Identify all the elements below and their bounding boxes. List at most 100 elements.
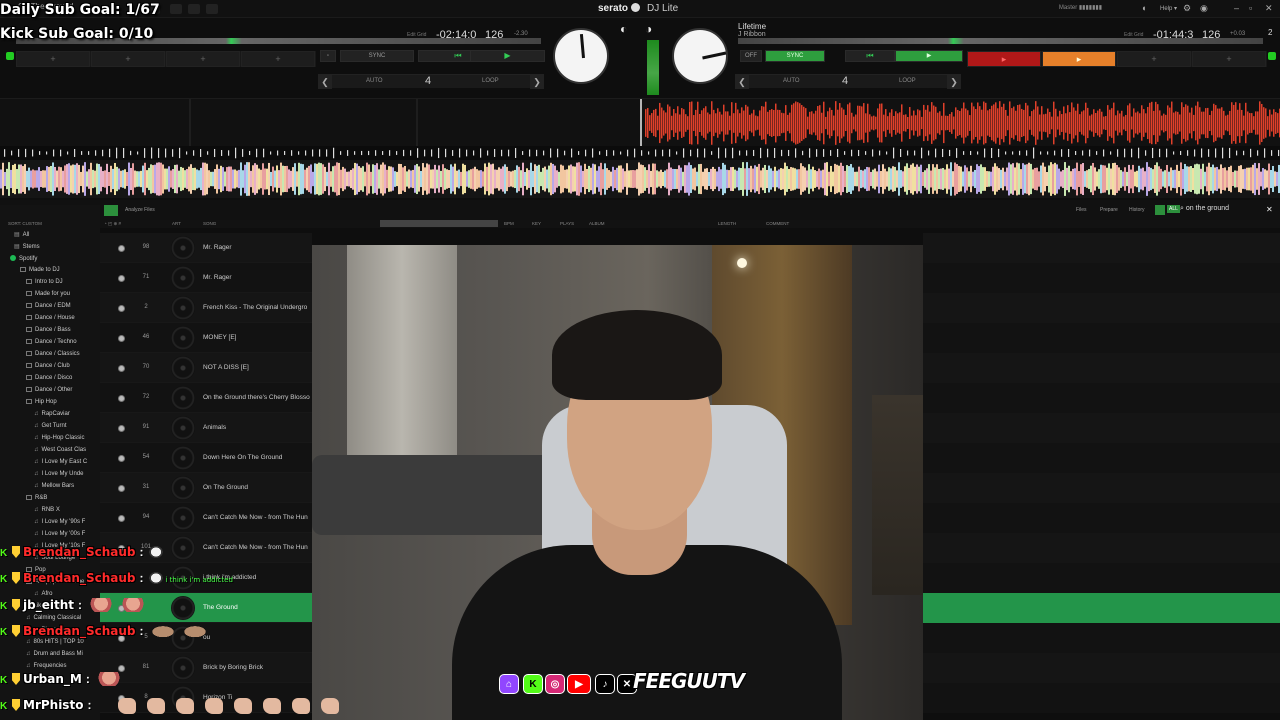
table-row[interactable]: 94 Can't Catch Me Now - from The Hun	[100, 503, 312, 533]
maximize-icon[interactable]: ▫	[1249, 3, 1252, 13]
cue-pad-4[interactable]: +	[241, 51, 315, 67]
deck-right-cue-button[interactable]: ⏮	[845, 50, 895, 62]
headphones-icon[interactable]: ◖	[1141, 3, 1146, 13]
sidebar-item-3[interactable]: Made to DJ	[20, 267, 60, 273]
col-plays[interactable]: PLAYS	[560, 221, 574, 226]
sidebar-item-1[interactable]: ▤ Stems	[14, 243, 40, 250]
table-row-right[interactable]	[923, 383, 1280, 413]
deck-right-power-icon[interactable]	[1268, 52, 1276, 60]
sidebar-item-12[interactable]: Dance / Disco	[26, 375, 72, 381]
table-row-right[interactable]	[923, 503, 1280, 533]
gear-icon[interactable]: ⚙	[1183, 3, 1191, 14]
sidebar-item-13[interactable]: Dance / Other	[26, 387, 72, 393]
cue-pad-1[interactable]: ▸	[967, 51, 1041, 67]
table-row[interactable]: 71 Mr. Rager	[100, 263, 312, 293]
table-row-right[interactable]	[923, 293, 1280, 323]
table-row-right[interactable]	[923, 593, 1280, 623]
fx-icon[interactable]	[188, 4, 200, 14]
loop-right-arrow-icon[interactable]: ❯	[530, 75, 544, 89]
table-row[interactable]: 91 Animals	[100, 413, 312, 443]
deck-right-loop-label[interactable]: LOOP	[899, 78, 916, 84]
sidebar-item-25[interactable]: ♫ I Love My '00s F	[34, 531, 85, 537]
sidebar-item-17[interactable]: ♫ Hip-Hop Classic	[34, 435, 85, 441]
sidebar-item-21[interactable]: ♫ Mellow Bars	[34, 483, 74, 489]
clear-search-icon[interactable]: ✕	[1266, 205, 1273, 214]
table-row[interactable]: 46 MONEY [E]	[100, 323, 312, 353]
col-art[interactable]: ART	[172, 221, 181, 226]
deck-right-mini-overview[interactable]	[738, 38, 1263, 44]
cue-pad-2[interactable]: +	[91, 51, 165, 67]
sidebar-item-32[interactable]: ♫ Calming Classical	[26, 615, 81, 621]
table-row-right[interactable]	[923, 533, 1280, 563]
table-row-right[interactable]	[923, 443, 1280, 473]
sidebar-item-30[interactable]: ♫ Afro	[34, 591, 53, 597]
table-row[interactable]: 31 On The Ground	[100, 473, 312, 503]
deck-left-auto-label[interactable]: AUTO	[366, 78, 383, 84]
minimize-icon[interactable]: –	[1234, 3, 1239, 13]
table-row-right[interactable]	[923, 473, 1280, 503]
table-row[interactable]: 2 French Kiss - The Original Undergro	[100, 293, 312, 323]
sidebar-item-8[interactable]: Dance / Bass	[26, 327, 71, 333]
sidebar-item-22[interactable]: R&B	[26, 495, 47, 501]
deck-right-off-button[interactable]: OFF	[740, 50, 762, 62]
sidebar-item-19[interactable]: ♫ I Love My East C	[34, 459, 87, 465]
table-row[interactable]: 98 Mr. Rager	[100, 233, 312, 263]
col-bpm[interactable]: BPM	[504, 221, 514, 226]
table-row-right[interactable]	[923, 413, 1280, 443]
deck-left-quantize[interactable]: ▫	[320, 50, 336, 62]
search-input[interactable]: on the ground	[1186, 205, 1229, 212]
status-dot-icon[interactable]	[118, 305, 125, 312]
sidebar-item-18[interactable]: ♫ West Coast Clas	[34, 447, 86, 453]
deck-left-power-icon[interactable]	[6, 52, 14, 60]
table-row[interactable]: 81 Brick by Boring Brick	[100, 653, 312, 683]
cue-pad-2[interactable]: ▸	[1042, 51, 1116, 67]
analyze-files-button[interactable]: Analyze Files	[125, 207, 155, 213]
sidebar-item-2[interactable]: Spotify	[10, 255, 37, 262]
sidebar-item-9[interactable]: Dance / Techno	[26, 339, 77, 345]
list-view-icon[interactable]	[104, 205, 118, 216]
sidebar-item-7[interactable]: Dance / House	[26, 315, 75, 321]
status-dot-icon[interactable]	[118, 455, 125, 462]
sidebar-item-16[interactable]: ♫ Get Turnt	[34, 423, 67, 429]
sort-label[interactable]: SORT: CUSTOM	[8, 221, 42, 226]
sidebar-item-14[interactable]: Hip Hop	[26, 399, 57, 405]
status-dot-icon[interactable]	[118, 485, 125, 492]
status-dot-icon[interactable]	[118, 395, 125, 402]
table-row-right[interactable]	[923, 263, 1280, 293]
sidebar-item-5[interactable]: Made for you	[26, 291, 70, 297]
sidebar-item-6[interactable]: Dance / EDM	[26, 303, 71, 309]
col-song[interactable]: SONG	[203, 221, 216, 226]
status-dot-icon[interactable]	[118, 245, 125, 252]
overview-waveform[interactable]	[0, 160, 1280, 198]
sidebar-item-36[interactable]: ♫ Frequencies	[26, 663, 67, 669]
status-dot-icon[interactable]	[118, 515, 125, 522]
status-dot-icon[interactable]	[118, 335, 125, 342]
table-row-right[interactable]	[923, 353, 1280, 383]
table-row-right[interactable]	[923, 653, 1280, 683]
cue-pad-1[interactable]: +	[16, 51, 90, 67]
col-icon[interactable]: ◔ ◰ ⊕ #	[104, 221, 121, 227]
table-row[interactable]: 54 Down Here On The Ground	[100, 443, 312, 473]
table-row[interactable]: 70 NOT A DISS [E]	[100, 353, 312, 383]
col-album[interactable]: ALBUM	[589, 221, 605, 226]
sidebar-item-24[interactable]: ♫ I Love My '90s F	[34, 519, 85, 525]
deck-right-auto-label[interactable]: AUTO	[783, 78, 800, 84]
sidebar-item-10[interactable]: Dance / Classics	[26, 351, 80, 357]
table-row-right[interactable]	[923, 623, 1280, 653]
cue-pad-4[interactable]: +	[1192, 51, 1266, 67]
filter-icon[interactable]	[1155, 205, 1165, 215]
search-field[interactable]: ⌕ on the ground	[1180, 205, 1262, 216]
deck-left-loop-label[interactable]: LOOP	[482, 78, 499, 84]
col-key[interactable]: KEY	[532, 221, 541, 226]
prepare-tab[interactable]: Prepare	[1100, 207, 1118, 213]
sampler-icon[interactable]	[206, 4, 218, 14]
table-row-right[interactable]	[923, 563, 1280, 593]
deck-right-sync-button[interactable]: SYNC	[765, 50, 825, 62]
table-row-right[interactable]	[923, 233, 1280, 263]
sidebar-item-0[interactable]: ▤ All	[14, 231, 29, 238]
files-tab[interactable]: Files	[1076, 207, 1087, 213]
table-row[interactable]: 72 On the Ground there's Cherry Blosso	[100, 383, 312, 413]
sidebar-item-35[interactable]: ♫ Drum and Bass Mi	[26, 651, 83, 657]
loop-left-arrow-icon[interactable]: ❮	[318, 75, 332, 89]
status-dot-icon[interactable]	[118, 665, 125, 672]
